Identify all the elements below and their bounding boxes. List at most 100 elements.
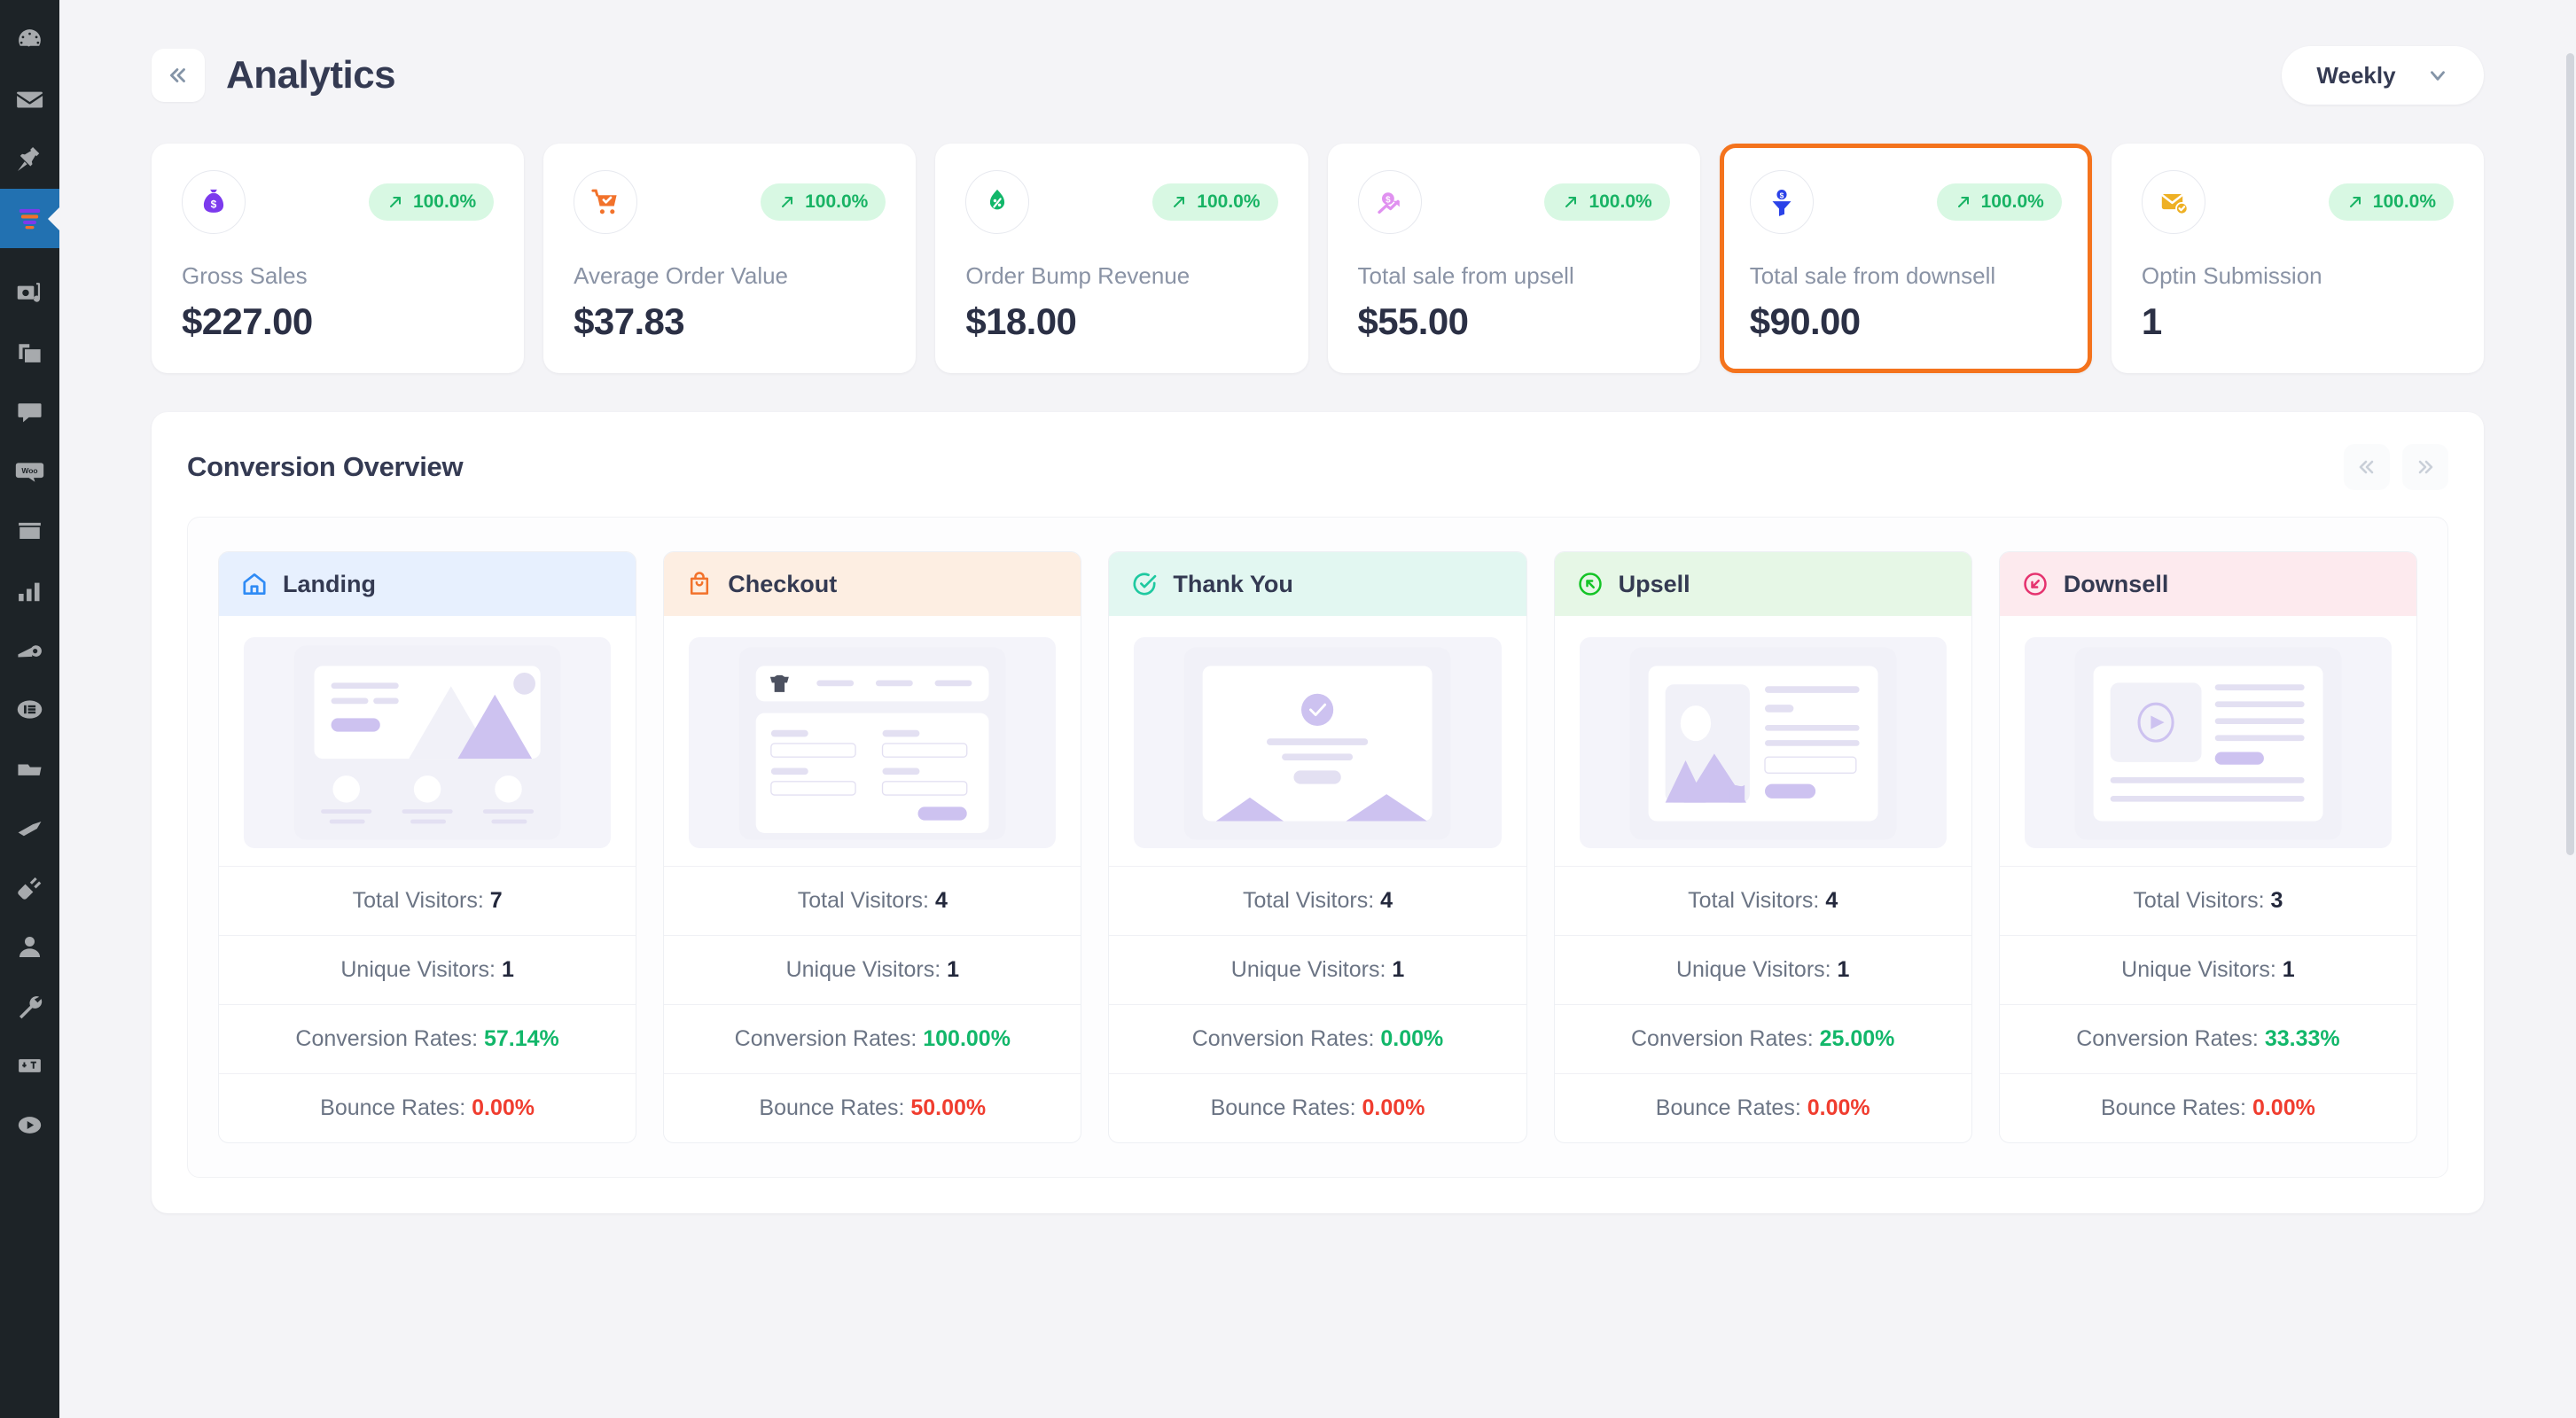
sidebar-item-elementor[interactable] xyxy=(0,680,59,739)
badge-value: 100.0% xyxy=(2372,191,2437,212)
collapse-sidebar-button[interactable] xyxy=(152,49,205,102)
stat-card-top: 100.0% xyxy=(2141,170,2455,234)
stat-card-total-sale-from-downsell[interactable]: $ 100.0% Total sale from downsell $90.00 xyxy=(1719,144,2092,373)
sidebar-item-pin[interactable] xyxy=(0,129,59,189)
stat-label: Gross Sales xyxy=(182,262,308,289)
step-header: Thank You xyxy=(1109,552,1526,616)
sidebar-item-funnel[interactable] xyxy=(0,189,59,248)
steps-next-button[interactable] xyxy=(2402,444,2448,490)
step-label: Checkout xyxy=(728,570,838,597)
sidebar-item-comments[interactable] xyxy=(0,383,59,442)
funnel-dollar-icon: $ xyxy=(1772,190,1791,216)
value: 4 xyxy=(1825,888,1838,913)
value: 50.00% xyxy=(910,1095,987,1120)
step-label: Downsell xyxy=(2063,570,2169,597)
label: Total Visitors: xyxy=(1242,888,1375,913)
funnel-step-checkout[interactable]: Checkout Total Visitors: 4 Unique Visito… xyxy=(663,551,1082,1143)
sidebar-item-templates[interactable] xyxy=(0,739,59,799)
cart-check-icon xyxy=(591,189,617,214)
step-bounce-rate: Bounce Rates: 0.00% xyxy=(219,1073,636,1142)
step-unique-visitors: Unique Visitors: 1 xyxy=(664,935,1081,1004)
stat-label: Optin Submission xyxy=(2141,262,2322,289)
stat-icon-wrap: $ xyxy=(182,170,246,234)
steps-prev-button[interactable] xyxy=(2344,444,2390,490)
main-content: Analytics Weekly $ 100.0% Gross Sales $2… xyxy=(59,0,2576,1418)
sidebar-item-mail[interactable] xyxy=(0,70,59,129)
sidebar-item-woo[interactable]: Woo xyxy=(0,442,59,502)
sidebar-item-tools[interactable] xyxy=(0,977,59,1036)
stat-icon-wrap xyxy=(574,170,638,234)
step-thumbnail xyxy=(689,637,1057,848)
sidebar-item-dashboard[interactable] xyxy=(0,11,59,70)
header-left-group: Analytics xyxy=(152,49,396,102)
page-scrollbar[interactable] xyxy=(2564,0,2576,1418)
step-bounce-rate: Bounce Rates: 0.00% xyxy=(1999,1073,2417,1142)
sidebar-item-media[interactable] xyxy=(0,264,59,323)
stat-card-total-sale-from-upsell[interactable]: $ 100.0% Total sale from upsell $55.00 xyxy=(1327,144,1700,373)
value: 4 xyxy=(934,888,948,913)
step-thumbnail xyxy=(1134,637,1502,848)
sidebar-item-marketing[interactable] xyxy=(0,620,59,680)
funnel-step-upsell[interactable]: Upsell Total Visitors: 4 Unique Visitors… xyxy=(1553,551,1972,1143)
templates-icon xyxy=(18,764,42,775)
label: Conversion Rates: xyxy=(2076,1026,2259,1051)
label: Conversion Rates: xyxy=(1631,1026,1814,1051)
badge-value: 100.0% xyxy=(412,191,477,212)
status-badge: 100.0% xyxy=(1544,183,1670,221)
stat-card-gross-sales[interactable]: $ 100.0% Gross Sales $227.00 xyxy=(152,144,525,373)
step-header: Landing xyxy=(219,552,636,616)
home-icon xyxy=(243,573,266,595)
users-icon xyxy=(19,936,41,958)
chevron-down-icon xyxy=(2430,71,2445,81)
funnel-step-downsell[interactable]: Downsell Total Visitors: 3 Unique Visito… xyxy=(1998,551,2418,1143)
stat-value: 1 xyxy=(2141,300,2162,342)
step-header: Downsell xyxy=(1999,552,2417,616)
funnel-icon xyxy=(19,208,41,230)
stat-card-optin-submission[interactable]: 100.0% Optin Submission 1 xyxy=(2111,144,2485,373)
marketing-icon xyxy=(18,645,42,658)
sidebar-divider xyxy=(0,248,59,264)
sidebar-item-pages[interactable] xyxy=(0,323,59,383)
value: 25.00% xyxy=(1819,1026,1895,1051)
sidebar-item-products[interactable] xyxy=(0,502,59,561)
sidebar-item-play[interactable] xyxy=(0,1095,59,1155)
money-bag-icon: $ xyxy=(203,189,224,213)
stats-row: $ 100.0% Gross Sales $227.00 100.0% Aver… xyxy=(111,144,2525,373)
step-total-visitors: Total Visitors: 4 xyxy=(1109,866,1526,935)
panel-nav xyxy=(2344,444,2448,490)
step-label: Upsell xyxy=(1618,570,1690,597)
sidebar-item-appearance[interactable] xyxy=(0,799,59,858)
value: 0.00% xyxy=(1362,1095,1425,1120)
label: Bounce Rates: xyxy=(759,1095,905,1120)
funnel-step-thank-you[interactable]: Thank You Total Visitors: 4 Unique Visit… xyxy=(1108,551,1527,1143)
trend-up-icon xyxy=(2349,197,2361,207)
label: Total Visitors: xyxy=(797,888,929,913)
value: 1 xyxy=(1392,957,1405,982)
analytics-icon xyxy=(19,582,40,602)
step-unique-visitors: Unique Visitors: 1 xyxy=(1999,935,2417,1004)
stat-card-average-order-value[interactable]: 100.0% Average Order Value $37.83 xyxy=(543,144,917,373)
step-conversion-rate: Conversion Rates: 100.00% xyxy=(664,1004,1081,1073)
stat-label: Average Order Value xyxy=(574,262,789,289)
stat-card-order-bump-revenue[interactable]: 100.0% Order Bump Revenue $18.00 xyxy=(935,144,1308,373)
step-total-visitors: Total Visitors: 7 xyxy=(219,866,636,935)
label: Bounce Rates: xyxy=(320,1095,466,1120)
badge-value: 100.0% xyxy=(1980,191,2044,212)
sidebar-item-users[interactable] xyxy=(0,917,59,977)
sidebar-item-settings[interactable] xyxy=(0,1036,59,1095)
elementor-icon xyxy=(17,700,43,719)
label: Conversion Rates: xyxy=(734,1026,917,1051)
sidebar-item-plugins[interactable] xyxy=(0,858,59,917)
label: Bounce Rates: xyxy=(2100,1095,2246,1120)
trend-up-icon xyxy=(1565,197,1577,207)
value: 4 xyxy=(1380,888,1393,913)
period-select[interactable]: Weekly xyxy=(2282,46,2484,105)
svg-text:$: $ xyxy=(211,199,217,211)
page-scrollbar-thumb[interactable] xyxy=(2566,53,2574,855)
panel-header: Conversion Overview xyxy=(187,444,2448,490)
funnel-step-landing[interactable]: Landing Total Visitors: 7 Unique Visitor… xyxy=(218,551,637,1143)
sidebar-item-analytics[interactable] xyxy=(0,561,59,620)
value: 33.33% xyxy=(2264,1026,2340,1051)
stat-card-top: $ 100.0% xyxy=(1749,170,2062,234)
value: 57.14% xyxy=(484,1026,559,1051)
